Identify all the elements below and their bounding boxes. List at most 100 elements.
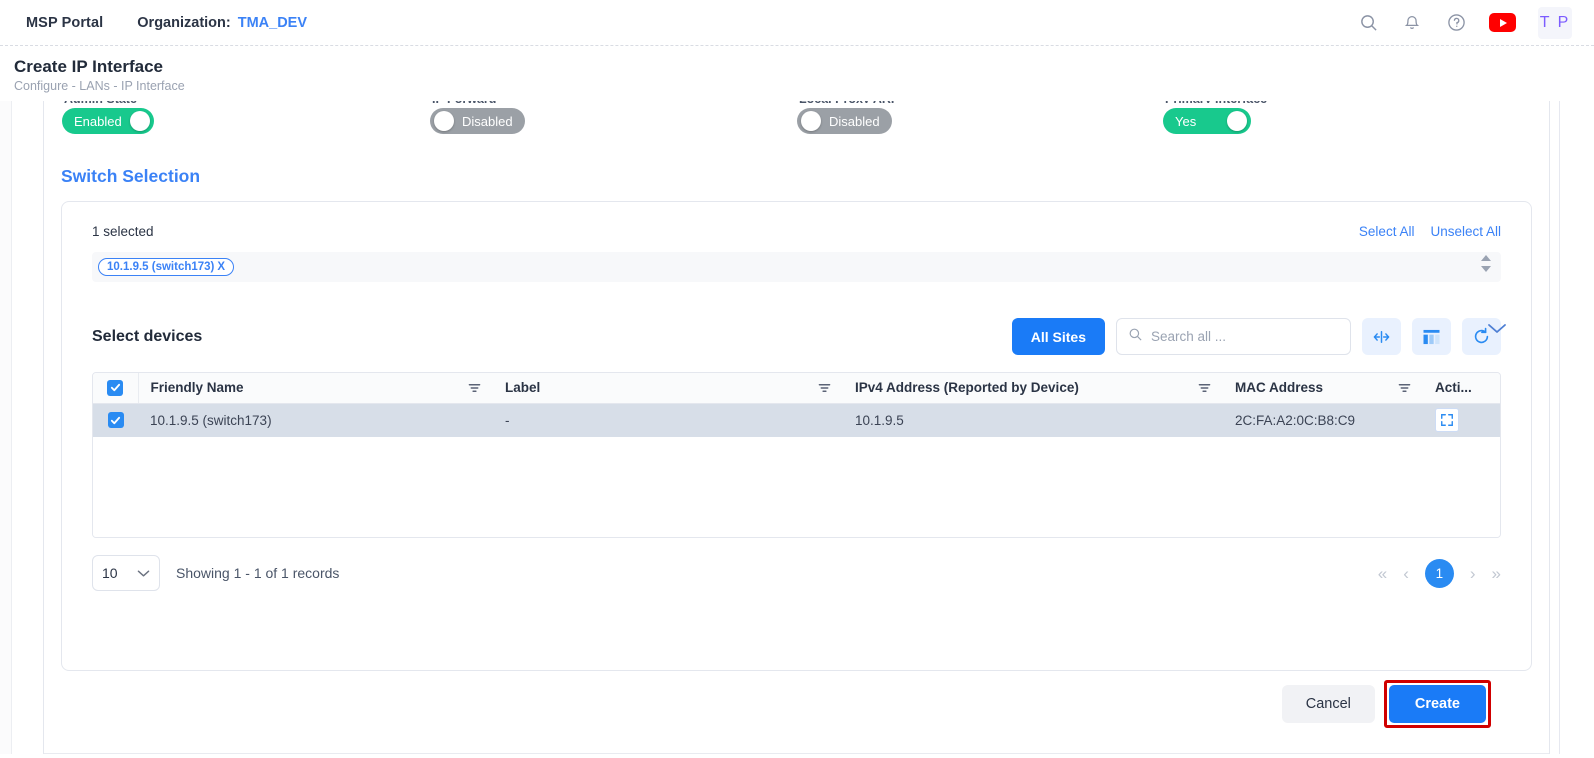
toggle-ip-forward-switch[interactable]: Disabled — [430, 108, 525, 134]
help-icon[interactable] — [1445, 12, 1467, 34]
select-devices-toolbar: Select devices All Sites — [92, 318, 1501, 355]
toggle-ip-forward-label: IP Forward — [432, 101, 525, 103]
table-header-row: Friendly Name Label IPv4 Address (Report… — [93, 373, 1500, 404]
column-header-mac[interactable]: MAC Address — [1223, 373, 1423, 404]
spinner-down-icon[interactable] — [1481, 266, 1491, 272]
spinner-up-icon[interactable] — [1481, 255, 1491, 261]
expand-icon[interactable] — [1435, 408, 1459, 433]
top-bar: MSP Portal Organization: TMA_DEV T P — [0, 0, 1594, 45]
toggle-primary-interface-switch[interactable]: Yes — [1163, 108, 1251, 134]
all-sites-button[interactable]: All Sites — [1011, 318, 1105, 355]
bell-icon[interactable] — [1401, 12, 1423, 34]
footer-divider — [44, 753, 1549, 754]
devices-tools: All Sites — [1011, 318, 1501, 355]
chip-remove-icon[interactable]: X — [217, 261, 225, 273]
row-select-cell[interactable] — [93, 403, 138, 437]
toggle-primary-interface-value: Yes — [1175, 113, 1197, 129]
search-input[interactable] — [1151, 329, 1339, 344]
pagination-next-button[interactable]: › — [1470, 565, 1476, 582]
toggle-primary-interface[interactable]: Primary Interface Yes — [1163, 101, 1267, 134]
content-scroll-area[interactable]: Admin State Enabled IP Forward Disabled … — [0, 101, 1594, 754]
create-button[interactable]: Create — [1388, 685, 1486, 723]
pagination-page-1[interactable]: 1 — [1424, 558, 1454, 588]
filter-icon[interactable] — [468, 382, 481, 394]
column-header-label: MAC Address — [1235, 380, 1324, 396]
row-checkbox[interactable] — [107, 412, 124, 429]
pagination-controls: « ‹ 1 › » — [1378, 558, 1501, 588]
fit-columns-icon[interactable] — [1362, 318, 1401, 355]
selected-chip[interactable]: 10.1.9.5 (switch173) X — [98, 258, 235, 276]
pagination-first-button[interactable]: « — [1378, 565, 1387, 582]
toggle-primary-interface-label: Primary Interface — [1165, 101, 1267, 103]
cell-label: - — [493, 403, 843, 437]
toggle-admin-state-label: Admin State — [64, 101, 154, 103]
toggle-knob — [801, 111, 821, 131]
search-icon[interactable] — [1357, 12, 1379, 34]
toggle-knob — [1227, 111, 1247, 131]
select-all-checkbox[interactable] — [107, 379, 124, 396]
cell-friendly-name: 10.1.9.5 (switch173) — [138, 403, 493, 437]
app-brand: MSP Portal — [26, 14, 104, 31]
switch-selection-panel: 1 selected Select All Unselect All 10.1.… — [61, 201, 1532, 671]
organization-value[interactable]: TMA_DEV — [238, 15, 307, 31]
column-header-label: IPv4 Address (Reported by Device) — [855, 380, 1079, 396]
search-icon — [1128, 327, 1143, 347]
pagination-prev-button[interactable]: ‹ — [1403, 565, 1409, 582]
toggle-local-proxy-arp[interactable]: Local Proxy ARP Disabled — [797, 101, 899, 136]
select-all-header-cell[interactable] — [93, 373, 139, 404]
selected-chip-label: 10.1.9.5 (switch173) — [107, 261, 215, 273]
pagination-bar: 10 Showing 1 - 1 of 1 records « ‹ 1 › » — [92, 555, 1501, 591]
devices-search-box[interactable] — [1116, 318, 1351, 355]
toggle-admin-state-value: Enabled — [74, 113, 122, 129]
pagination-last-button[interactable]: » — [1492, 565, 1501, 582]
cell-ipv4: 10.1.9.5 — [843, 403, 1223, 437]
toggle-row: Admin State Enabled IP Forward Disabled … — [44, 101, 1549, 140]
toggle-local-proxy-arp-label: Local Proxy ARP — [799, 101, 899, 103]
toggle-admin-state-switch[interactable]: Enabled — [62, 108, 154, 134]
select-devices-title: Select devices — [92, 327, 203, 345]
avatar[interactable]: T P — [1538, 6, 1572, 39]
form-card: Admin State Enabled IP Forward Disabled … — [43, 101, 1550, 754]
footer-actions: Cancel Create — [1281, 680, 1491, 728]
column-header-label-col[interactable]: Label — [493, 373, 843, 404]
columns-icon[interactable] — [1412, 318, 1451, 355]
toggle-ip-forward[interactable]: IP Forward Disabled — [430, 101, 525, 136]
selected-count: 1 selected — [92, 224, 154, 239]
toggle-knob — [434, 111, 454, 131]
cell-actions[interactable] — [1423, 403, 1500, 437]
top-bar-actions: T P — [1357, 6, 1580, 39]
records-summary: Showing 1 - 1 of 1 records — [176, 565, 340, 581]
organization-label: Organization: — [137, 14, 231, 31]
column-header-label: Acti... — [1435, 380, 1472, 396]
column-header-label: Label — [505, 380, 541, 396]
breadcrumb: Configure - LANs - IP Interface — [14, 79, 185, 93]
switch-selection-title: Switch Selection — [61, 166, 201, 186]
expand-chevron-down-icon[interactable] — [1487, 322, 1507, 340]
filter-icon[interactable] — [818, 382, 831, 394]
chevron-down-icon — [137, 565, 150, 581]
chip-scroll-spinner[interactable] — [1481, 255, 1491, 272]
column-header-actions[interactable]: Acti... — [1423, 373, 1500, 404]
table-empty-space — [93, 437, 1500, 537]
table-row[interactable]: 10.1.9.5 (switch173) - 10.1.9.5 2C:FA:A2… — [93, 403, 1500, 437]
toggle-knob — [129, 111, 150, 131]
filter-icon[interactable] — [1198, 382, 1211, 394]
youtube-icon[interactable] — [1489, 13, 1516, 32]
page-header: Create IP Interface Configure - LANs - I… — [0, 45, 1594, 101]
column-header-friendly-name[interactable]: Friendly Name — [138, 373, 493, 404]
organization-selector[interactable]: Organization: TMA_DEV — [137, 15, 307, 31]
page-size-value: 10 — [102, 565, 118, 581]
selection-summary-row: 1 selected Select All Unselect All — [62, 202, 1531, 239]
toggle-local-proxy-arp-value: Disabled — [829, 113, 880, 129]
column-header-ipv4[interactable]: IPv4 Address (Reported by Device) — [843, 373, 1223, 404]
selected-chips-box[interactable]: 10.1.9.5 (switch173) X — [92, 252, 1501, 282]
toggle-admin-state[interactable]: Admin State Enabled — [62, 101, 154, 134]
cancel-button[interactable]: Cancel — [1281, 685, 1375, 723]
page-size-select[interactable]: 10 — [92, 555, 160, 591]
unselect-all-link[interactable]: Unselect All — [1430, 224, 1501, 239]
toggle-local-proxy-arp-switch[interactable]: Disabled — [797, 108, 892, 134]
right-rail — [1550, 101, 1594, 754]
select-all-link[interactable]: Select All — [1359, 224, 1415, 239]
filter-icon[interactable] — [1398, 382, 1411, 394]
toggle-ip-forward-value: Disabled — [462, 113, 513, 129]
